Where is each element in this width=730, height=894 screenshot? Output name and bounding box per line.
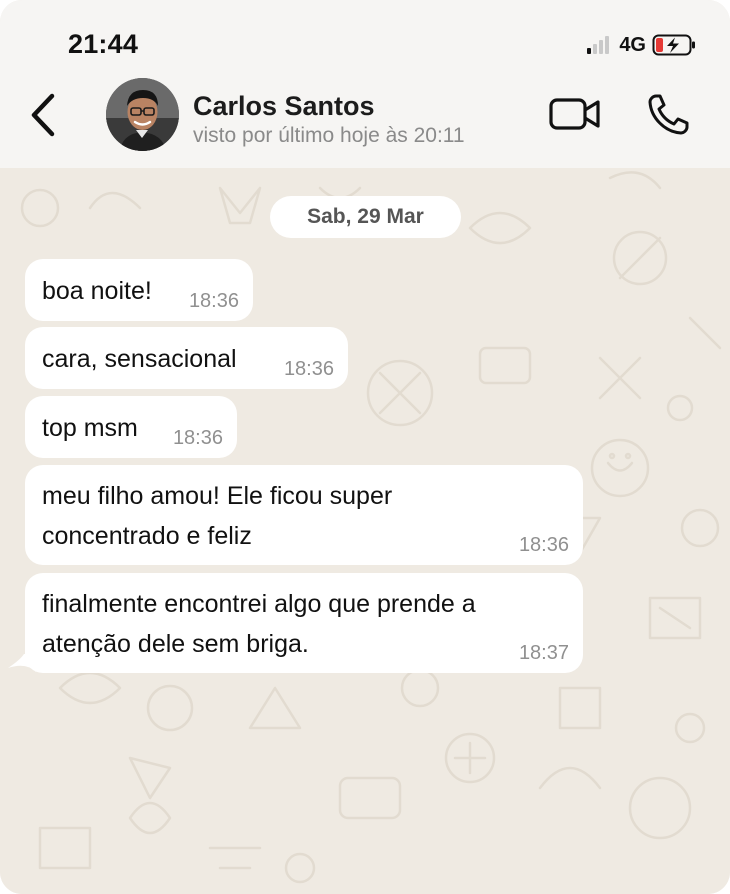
message-bubble[interactable]: cara, sensacional 18:36 — [25, 327, 348, 389]
status-icons: 4G — [587, 31, 696, 59]
phone-icon[interactable] — [647, 92, 691, 136]
chat-area[interactable]: Sab, 29 Mar boa noite! 18:36 cara, sensa… — [0, 168, 730, 894]
bubble-tail — [8, 654, 36, 672]
battery-charging-icon — [652, 34, 695, 56]
contact-name[interactable]: Carlos Santos — [193, 91, 375, 122]
message-bubble[interactable]: finalmente encontrei algo que prende a a… — [25, 573, 583, 673]
top-bar: 21:44 4G Carlos Santos visto por último … — [0, 0, 730, 168]
message-time: 18:36 — [283, 358, 334, 380]
status-time: 21:44 — [68, 29, 139, 59]
message-bubble[interactable]: meu filho amou! Ele ficou super concentr… — [25, 465, 583, 565]
last-seen-status: visto por último hoje às 20:11 — [193, 124, 465, 147]
avatar[interactable] — [106, 78, 179, 151]
message-bubble[interactable]: top msm 18:36 — [25, 396, 237, 458]
message-bubble[interactable]: boa noite! 18:36 — [25, 259, 253, 321]
message-text: finalmente encontrei algo que prende a a… — [42, 590, 476, 658]
video-camera-icon[interactable] — [548, 94, 602, 134]
phone-screen: 21:44 4G Carlos Santos visto por último … — [0, 0, 730, 894]
date-separator: Sab, 29 Mar — [270, 196, 461, 238]
message-text: meu filho amou! Ele ficou super concentr… — [42, 482, 393, 550]
message-time: 18:36 — [188, 290, 239, 312]
signal-icon — [587, 36, 610, 54]
message-time: 18:37 — [518, 642, 569, 664]
avatar-image — [106, 78, 179, 151]
message-time: 18:36 — [172, 427, 223, 449]
network-type: 4G — [619, 33, 646, 56]
message-time: 18:36 — [518, 534, 569, 556]
back-chevron-icon[interactable] — [24, 90, 64, 140]
